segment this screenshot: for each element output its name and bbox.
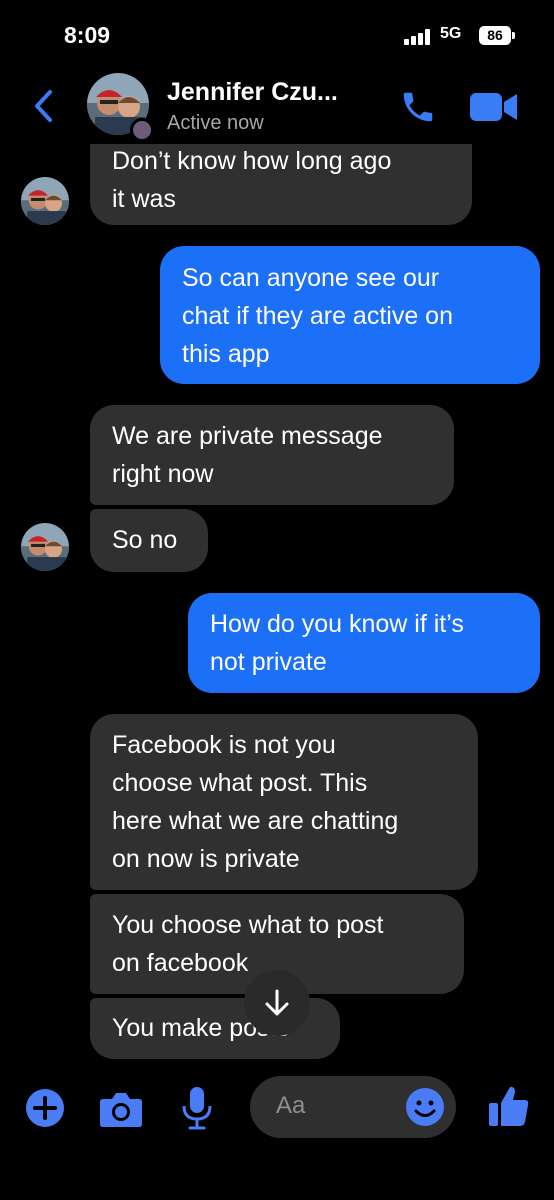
scroll-to-bottom-button[interactable] xyxy=(244,970,310,1036)
presence-indicator xyxy=(130,118,154,142)
message-line: chat if they are active on xyxy=(182,302,453,330)
message-bubble-incoming[interactable]: Don’t know how long ago it was xyxy=(90,144,472,225)
sender-avatar[interactable] xyxy=(21,177,69,225)
battery-level: 86 xyxy=(487,27,503,43)
back-chevron-icon[interactable] xyxy=(30,88,60,124)
message-bubble-incoming[interactable]: So no xyxy=(90,509,208,572)
chat-header: Jennifer Czu... Active now xyxy=(0,70,554,144)
message-line: here what we are chatting xyxy=(112,807,399,835)
sender-avatar[interactable] xyxy=(21,523,69,571)
arrow-down-icon xyxy=(265,989,289,1016)
message-line: Don’t know how long ago xyxy=(112,147,392,175)
battery-icon: 86 xyxy=(479,26,511,45)
status-bar: 8:09 5G 86 xyxy=(0,0,554,72)
message-line: choose what post. This xyxy=(112,769,368,797)
message-line: not private xyxy=(210,648,327,676)
active-status: Active now xyxy=(167,112,264,134)
message-line: We are private message xyxy=(112,422,383,450)
message-line: Facebook is not you xyxy=(112,731,336,759)
network-type: 5G xyxy=(440,25,462,42)
plus-icon[interactable] xyxy=(25,1088,65,1133)
message-bubble-outgoing[interactable]: How do you know if it’s not private xyxy=(188,593,540,693)
video-camera-icon[interactable] xyxy=(470,90,518,124)
message-bubble-outgoing[interactable]: So can anyone see our chat if they are a… xyxy=(160,246,540,384)
message-line: How do you know if it’s xyxy=(210,610,464,638)
status-time: 8:09 xyxy=(64,22,111,48)
contact-name[interactable]: Jennifer Czu... xyxy=(167,78,338,107)
signal-strength-icon xyxy=(404,29,434,45)
message-line: So can anyone see our xyxy=(182,264,440,292)
emoji-icon[interactable] xyxy=(405,1087,445,1127)
message-line: So no xyxy=(112,526,178,554)
message-input[interactable]: Aa xyxy=(250,1076,456,1138)
message-bubble-incoming[interactable]: We are private message right now xyxy=(90,405,454,505)
camera-icon[interactable] xyxy=(99,1090,143,1133)
phone-icon[interactable] xyxy=(398,88,438,126)
message-line: it was xyxy=(112,185,176,213)
message-line: You choose what to post xyxy=(112,911,384,939)
microphone-icon[interactable] xyxy=(180,1086,214,1135)
battery-tip xyxy=(512,32,515,39)
message-line: this app xyxy=(182,340,270,368)
message-line: right now xyxy=(112,460,214,488)
message-list[interactable]: Don’t know how long ago it was So can an… xyxy=(0,144,554,1070)
thumbs-up-icon[interactable] xyxy=(488,1084,530,1133)
message-line: on now is private xyxy=(112,845,300,873)
message-bubble-incoming[interactable]: Facebook is not you choose what post. Th… xyxy=(90,714,478,890)
message-input-placeholder: Aa xyxy=(276,1092,306,1119)
message-composer: Aa xyxy=(0,1070,554,1150)
